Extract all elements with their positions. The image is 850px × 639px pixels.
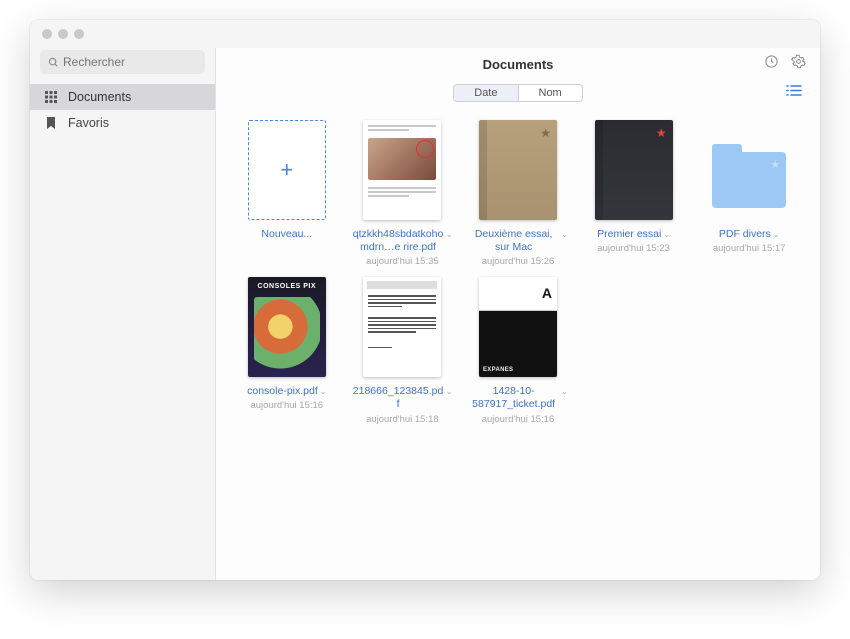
chevron-down-icon[interactable]: ⌄ bbox=[561, 387, 568, 397]
document-time: aujourd'hui 15:35 bbox=[366, 256, 439, 267]
search-icon bbox=[48, 57, 59, 68]
new-document-cell[interactable]: + Nouveau... bbox=[232, 120, 342, 267]
chevron-down-icon[interactable]: ⌄ bbox=[773, 230, 780, 240]
search-input[interactable] bbox=[63, 55, 197, 69]
document-cell[interactable]: 218666_123845.pdf⌄ aujourd'hui 15:18 bbox=[348, 277, 458, 424]
sidebar-item-documents[interactable]: Documents bbox=[30, 84, 215, 110]
main-panel: Documents Date Nom bbox=[215, 48, 820, 580]
app-window: Documents Favoris Documents bbox=[30, 20, 820, 580]
new-document-label: Nouveau... bbox=[261, 228, 312, 241]
document-time: aujourd'hui 15:23 bbox=[597, 243, 670, 254]
document-thumbnail: CONSOLES PIX bbox=[248, 277, 326, 377]
star-icon: ★ bbox=[770, 158, 780, 171]
sync-icon[interactable] bbox=[764, 54, 779, 74]
sort-by-date-button[interactable]: Date bbox=[454, 85, 517, 101]
sidebar-item-label: Favoris bbox=[68, 116, 109, 130]
chevron-down-icon[interactable]: ⌄ bbox=[320, 387, 327, 397]
document-cell[interactable]: ★ Premier essai⌄ aujourd'hui 15:23 bbox=[579, 120, 689, 267]
document-cell[interactable]: CONSOLES PIX console-pix.pdf⌄ aujourd'hu… bbox=[232, 277, 342, 424]
list-view-icon[interactable] bbox=[786, 84, 802, 102]
bookmark-icon bbox=[44, 117, 58, 129]
folder-cell[interactable]: ★ PDF divers⌄ aujourd'hui 15:17 bbox=[694, 120, 804, 267]
notebook-thumbnail: ★ bbox=[595, 120, 673, 220]
page-title: Documents bbox=[483, 57, 554, 72]
search-field[interactable] bbox=[40, 50, 205, 74]
sidebar-item-favorites[interactable]: Favoris bbox=[30, 110, 215, 136]
grid-icon bbox=[44, 91, 58, 103]
document-name: Deuxième essai, sur Mac bbox=[468, 228, 559, 254]
document-time: aujourd'hui 15:18 bbox=[366, 414, 439, 425]
document-name: 218666_123845.pdf bbox=[352, 385, 443, 411]
folder-name: PDF divers bbox=[719, 228, 771, 241]
close-window-button[interactable] bbox=[42, 29, 52, 39]
document-time: aujourd'hui 15:17 bbox=[713, 243, 786, 254]
document-cell[interactable]: qtzkkh48sbdatkohomdrn…e rire.pdf⌄ aujour… bbox=[348, 120, 458, 267]
sidebar: Documents Favoris bbox=[30, 48, 215, 580]
chevron-down-icon[interactable]: ⌄ bbox=[663, 230, 670, 240]
plus-icon: + bbox=[248, 120, 326, 220]
sort-segmented-control: Date Nom bbox=[453, 84, 582, 102]
star-icon: ★ bbox=[656, 126, 667, 140]
document-name: Premier essai bbox=[597, 228, 661, 241]
gear-icon[interactable] bbox=[791, 54, 806, 74]
document-name: console-pix.pdf bbox=[247, 385, 318, 398]
folder-thumbnail: ★ bbox=[710, 120, 788, 220]
document-time: aujourd'hui 15:16 bbox=[482, 414, 555, 425]
document-thumbnail bbox=[363, 277, 441, 377]
chevron-down-icon[interactable]: ⌄ bbox=[446, 387, 453, 397]
document-cell[interactable]: ★ Deuxième essai, sur Mac⌄ aujourd'hui 1… bbox=[463, 120, 573, 267]
document-thumbnail: A EXPANES bbox=[479, 277, 557, 377]
zoom-window-button[interactable] bbox=[74, 29, 84, 39]
document-time: aujourd'hui 15:26 bbox=[482, 256, 555, 267]
titlebar bbox=[30, 20, 820, 48]
chevron-down-icon[interactable]: ⌄ bbox=[446, 230, 453, 240]
sidebar-item-label: Documents bbox=[68, 90, 131, 104]
star-icon: ★ bbox=[540, 126, 551, 140]
chevron-down-icon[interactable]: ⌄ bbox=[561, 230, 568, 240]
document-cell[interactable]: A EXPANES 1428-10-587917_ticket.pdf⌄ auj… bbox=[463, 277, 573, 424]
sort-by-name-button[interactable]: Nom bbox=[518, 85, 582, 101]
document-time: aujourd'hui 15:16 bbox=[250, 400, 323, 411]
header: Documents bbox=[216, 48, 820, 80]
minimize-window-button[interactable] bbox=[58, 29, 68, 39]
documents-grid: + Nouveau... qtzkkh48sbdatkohomdrn…e rir… bbox=[216, 110, 820, 580]
document-thumbnail bbox=[363, 120, 441, 220]
document-name: 1428-10-587917_ticket.pdf bbox=[468, 385, 559, 411]
document-name: qtzkkh48sbdatkohomdrn…e rire.pdf bbox=[352, 228, 443, 254]
notebook-thumbnail: ★ bbox=[479, 120, 557, 220]
